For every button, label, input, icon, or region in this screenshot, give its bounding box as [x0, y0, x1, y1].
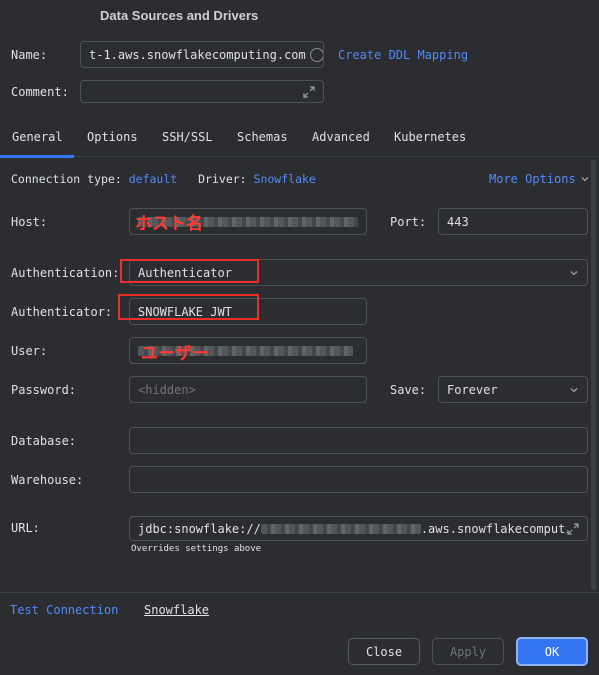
- tab-general[interactable]: General: [12, 130, 63, 144]
- more-options-link[interactable]: More Options: [489, 172, 590, 186]
- tab-options[interactable]: Options: [87, 130, 138, 144]
- save-value: Forever: [447, 382, 498, 397]
- name-label: Name:: [11, 48, 48, 62]
- more-options-label: More Options: [489, 172, 576, 186]
- tab-ssh-ssl[interactable]: SSH/SSL: [162, 130, 213, 144]
- url-hint: Overrides settings above: [131, 544, 262, 554]
- authenticator-label: Authenticator:: [11, 305, 113, 319]
- host-label: Host:: [11, 215, 48, 229]
- warehouse-input[interactable]: [129, 466, 588, 493]
- expand-icon[interactable]: [303, 85, 315, 98]
- host-annotation: ホスト名: [135, 214, 203, 234]
- apply-button[interactable]: Apply: [432, 638, 504, 665]
- create-ddl-mapping-link[interactable]: Create DDL Mapping: [338, 48, 468, 62]
- circle-icon[interactable]: [309, 47, 323, 62]
- save-label: Save:: [390, 383, 427, 397]
- port-input[interactable]: 443: [438, 208, 588, 235]
- tab-schemas[interactable]: Schemas: [237, 130, 288, 144]
- name-input[interactable]: t-1.aws.snowflakecomputing.com: [80, 41, 324, 68]
- ok-button[interactable]: OK: [516, 637, 588, 666]
- user-annotation: ユーザー: [141, 344, 209, 364]
- port-value: 443: [447, 214, 469, 229]
- authentication-label: Authentication:: [11, 266, 120, 280]
- authentication-highlight: [120, 259, 259, 283]
- save-select[interactable]: Forever: [438, 376, 588, 403]
- expand-icon[interactable]: [567, 522, 579, 535]
- chevron-down-icon: [570, 387, 578, 392]
- scrollbar[interactable]: [591, 160, 596, 590]
- driver-label: Driver:: [198, 172, 247, 186]
- tabs-divider: [0, 156, 599, 157]
- driver-value[interactable]: Snowflake: [254, 172, 316, 186]
- connection-type-row: Connection type: default Driver: Snowfla…: [11, 172, 316, 186]
- user-label: User:: [11, 344, 48, 358]
- tab-kubernetes[interactable]: Kubernetes: [394, 130, 466, 144]
- connection-type-label: Connection type:: [11, 172, 122, 186]
- footer-divider: [0, 592, 599, 593]
- database-label: Database:: [11, 434, 77, 448]
- url-input[interactable]: jdbc:snowflake:// .aws.snowflakecomputi: [129, 516, 588, 541]
- url-redacted: [260, 523, 421, 534]
- dialog-title: Data Sources and Drivers: [100, 8, 259, 23]
- comment-input[interactable]: [80, 80, 324, 103]
- authenticator-highlight: [118, 294, 259, 320]
- database-input[interactable]: [129, 427, 588, 454]
- url-label: URL:: [11, 521, 40, 535]
- chevron-down-icon: [581, 177, 589, 182]
- tab-active-indicator: [0, 155, 74, 158]
- port-label: Port:: [390, 215, 427, 229]
- url-prefix: jdbc:snowflake://: [138, 521, 261, 536]
- snowflake-driver-link[interactable]: Snowflake: [144, 603, 209, 617]
- tab-advanced[interactable]: Advanced: [312, 130, 370, 144]
- warehouse-label: Warehouse:: [11, 473, 84, 487]
- close-button[interactable]: Close: [348, 638, 420, 665]
- comment-label: Comment:: [11, 85, 69, 99]
- chevron-down-icon: [570, 270, 578, 275]
- name-value: t-1.aws.snowflakecomputing.com: [89, 47, 306, 62]
- password-label: Password:: [11, 383, 77, 397]
- test-connection-link[interactable]: Test Connection: [10, 603, 118, 617]
- url-suffix: .aws.snowflakecomputi: [420, 521, 567, 536]
- connection-type-value[interactable]: default: [129, 172, 177, 186]
- password-input[interactable]: [129, 376, 367, 403]
